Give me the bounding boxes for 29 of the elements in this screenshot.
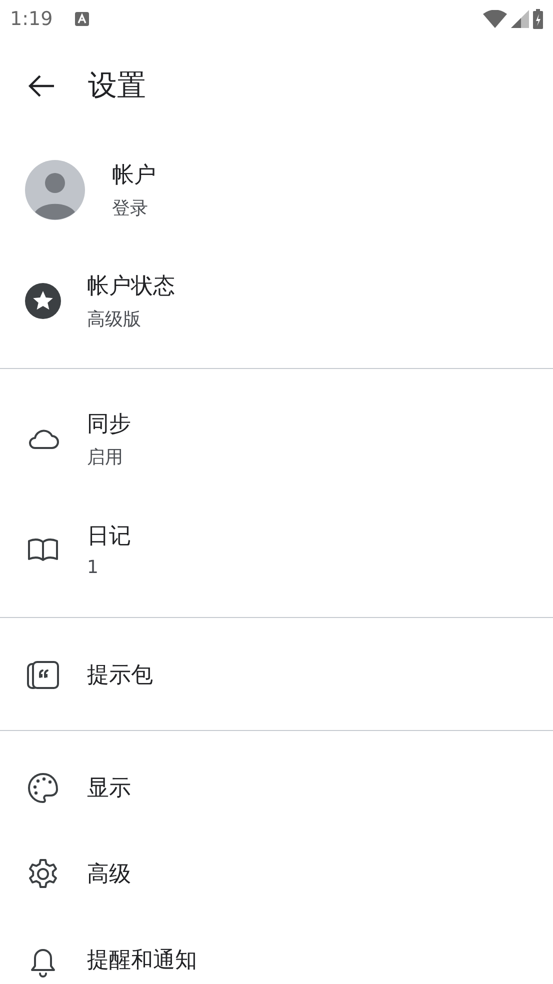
item-label: 帐户 [112,162,156,190]
item-label: 提醒和通知 [87,947,197,975]
avatar-icon [25,160,85,220]
keyboard-icon [74,12,89,26]
item-label: 高级 [87,861,131,889]
item-subtitle: 启用 [87,446,124,468]
item-label: 提示包 [87,662,153,690]
item-label: 帐户状态 [87,272,175,300]
item-label: 显示 [87,775,131,803]
settings-item[interactable]: 提示包 [0,632,553,718]
settings-item[interactable]: 高级 [0,831,553,917]
signal-icon [511,10,529,28]
item-subtitle: 1 [87,557,100,578]
settings-item[interactable]: 提醒和通知 [0,917,553,984]
settings-item[interactable]: 同步 启用 [0,383,553,494]
item-label: 同步 [87,410,131,438]
item-subtitle: 高级版 [87,308,142,330]
item-label: 日记 [87,523,131,551]
back-icon[interactable] [28,74,56,98]
battery-icon [533,9,543,29]
wifi-icon [483,10,507,28]
settings-item[interactable]: 帐户 登录 [0,134,553,245]
item-subtitle: 登录 [112,196,149,220]
settings-item[interactable]: 帐户状态 高级版 [0,245,553,356]
page-title: 设置 [88,67,146,104]
status-time: 1:19 [10,8,53,30]
settings-item[interactable]: 日记 1 [0,494,553,605]
settings-item[interactable]: 显示 [0,745,553,831]
palette-icon [25,770,61,806]
